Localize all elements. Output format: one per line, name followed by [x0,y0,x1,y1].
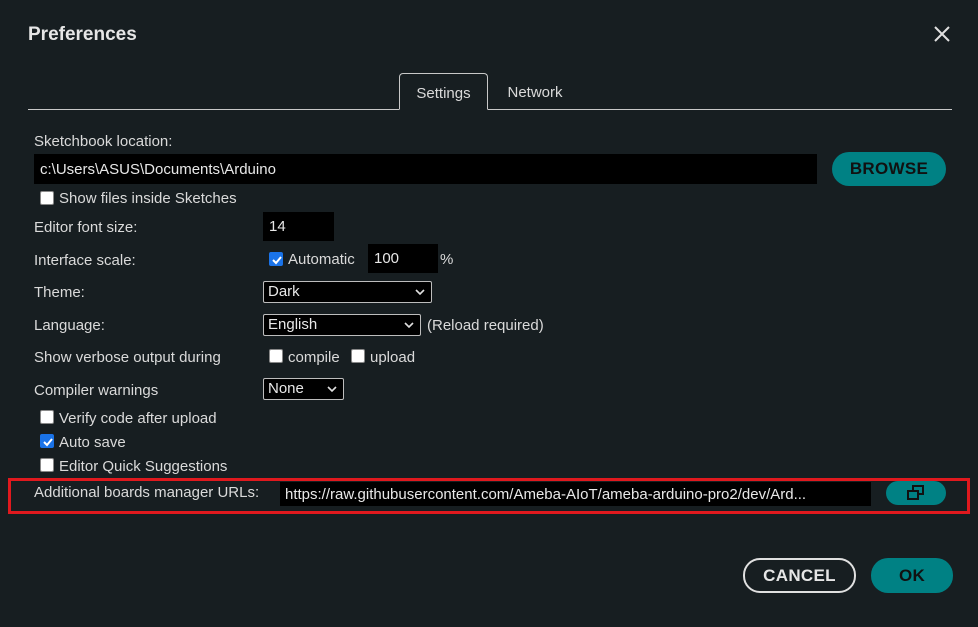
editor-font-size-label: Editor font size: [34,219,138,236]
language-select[interactable]: English [263,314,421,336]
language-label: Language: [34,317,105,334]
verbose-upload-checkbox[interactable] [351,349,365,363]
chevron-down-icon [415,289,425,296]
theme-select-value: Dark [268,283,300,300]
language-select-value: English [268,316,318,333]
quick-suggestions-checkbox[interactable] [40,458,54,472]
boards-urls-label: Additional boards manager URLs: [34,484,260,501]
check-icon [272,256,282,265]
verify-code-label: Verify code after upload [59,410,217,427]
verbose-upload-label: upload [370,349,416,366]
theme-select[interactable]: Dark [263,281,432,303]
automatic-scale-checkbox[interactable] [269,252,283,266]
language-reload-note: (Reload required) [427,317,544,334]
chevron-down-icon [327,386,337,393]
tab-settings[interactable]: Settings [399,73,488,110]
tab-network[interactable]: Network [492,73,578,110]
interface-scale-label: Interface scale: [34,252,136,269]
dialog-title: Preferences [28,24,137,45]
verbose-compile-label: compile [288,349,340,366]
cancel-button[interactable]: CANCEL [743,558,856,593]
verbose-output-label: Show verbose output during [34,349,221,366]
check-icon [43,438,53,447]
interface-scale-unit: % [440,251,454,268]
close-icon[interactable] [930,22,954,46]
auto-save-label: Auto save [59,434,126,451]
quick-suggestions-label: Editor Quick Suggestions [59,458,228,475]
chevron-down-icon [404,322,414,329]
interface-scale-input[interactable] [368,244,438,273]
compiler-warnings-value: None [268,380,304,397]
tabs-divider [28,109,952,110]
compiler-warnings-label: Compiler warnings [34,382,159,399]
open-window-icon [907,485,924,500]
sketchbook-location-input[interactable] [34,154,817,184]
verbose-compile-checkbox[interactable] [269,349,283,363]
theme-label: Theme: [34,284,85,301]
editor-font-size-input[interactable] [263,212,334,241]
boards-urls-input[interactable] [280,482,871,506]
automatic-scale-label: Automatic [288,251,355,268]
sketchbook-label: Sketchbook location: [34,133,173,150]
show-files-label: Show files inside Sketches [59,190,237,207]
show-files-checkbox[interactable] [40,191,54,205]
verify-code-checkbox[interactable] [40,410,54,424]
browse-button[interactable]: BROWSE [832,152,946,186]
ok-button[interactable]: OK [871,558,953,593]
compiler-warnings-select[interactable]: None [263,378,344,400]
auto-save-checkbox[interactable] [40,434,54,448]
boards-urls-edit-button[interactable] [886,481,946,505]
